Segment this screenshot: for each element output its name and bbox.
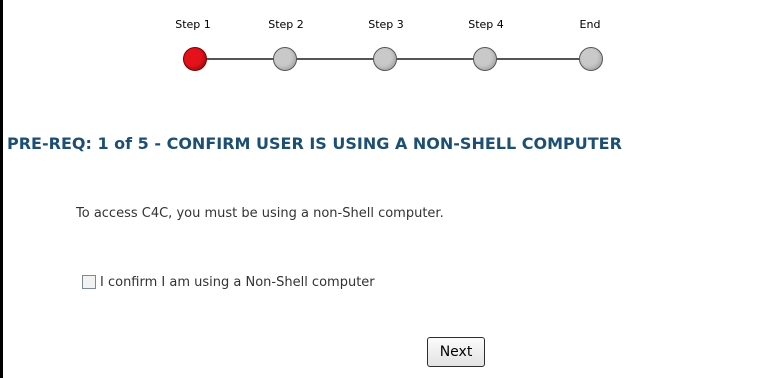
step-3-indicator bbox=[373, 47, 397, 71]
step-end-indicator bbox=[579, 47, 603, 71]
page-title: PRE-REQ: 1 of 5 - CONFIRM USER IS USING … bbox=[7, 134, 622, 153]
step-1-indicator bbox=[183, 47, 207, 71]
step-connector bbox=[385, 58, 485, 60]
step-end-label: End bbox=[579, 18, 601, 31]
step-4-label: Step 4 bbox=[468, 18, 504, 31]
confirm-checkbox-label[interactable]: I confirm I am using a Non-Shell compute… bbox=[100, 275, 375, 290]
step-connector bbox=[195, 58, 285, 60]
step-1-label: Step 1 bbox=[175, 18, 211, 31]
wizard-page: Step 1 Step 2 Step 3 Step 4 End PRE-REQ:… bbox=[0, 0, 758, 378]
confirm-non-shell-option[interactable]: I confirm I am using a Non-Shell compute… bbox=[82, 273, 375, 291]
step-4-indicator bbox=[473, 47, 497, 71]
progress-stepper: Step 1 Step 2 Step 3 Step 4 End bbox=[3, 0, 758, 100]
step-connector bbox=[485, 58, 591, 60]
step-3-label: Step 3 bbox=[368, 18, 404, 31]
step-2-indicator bbox=[273, 47, 297, 71]
step-connector bbox=[285, 58, 385, 60]
confirm-checkbox[interactable] bbox=[82, 275, 96, 289]
next-button[interactable]: Next bbox=[427, 337, 485, 367]
step-2-label: Step 2 bbox=[268, 18, 304, 31]
access-requirement-message: To access C4C, you must be using a non-S… bbox=[76, 206, 444, 221]
